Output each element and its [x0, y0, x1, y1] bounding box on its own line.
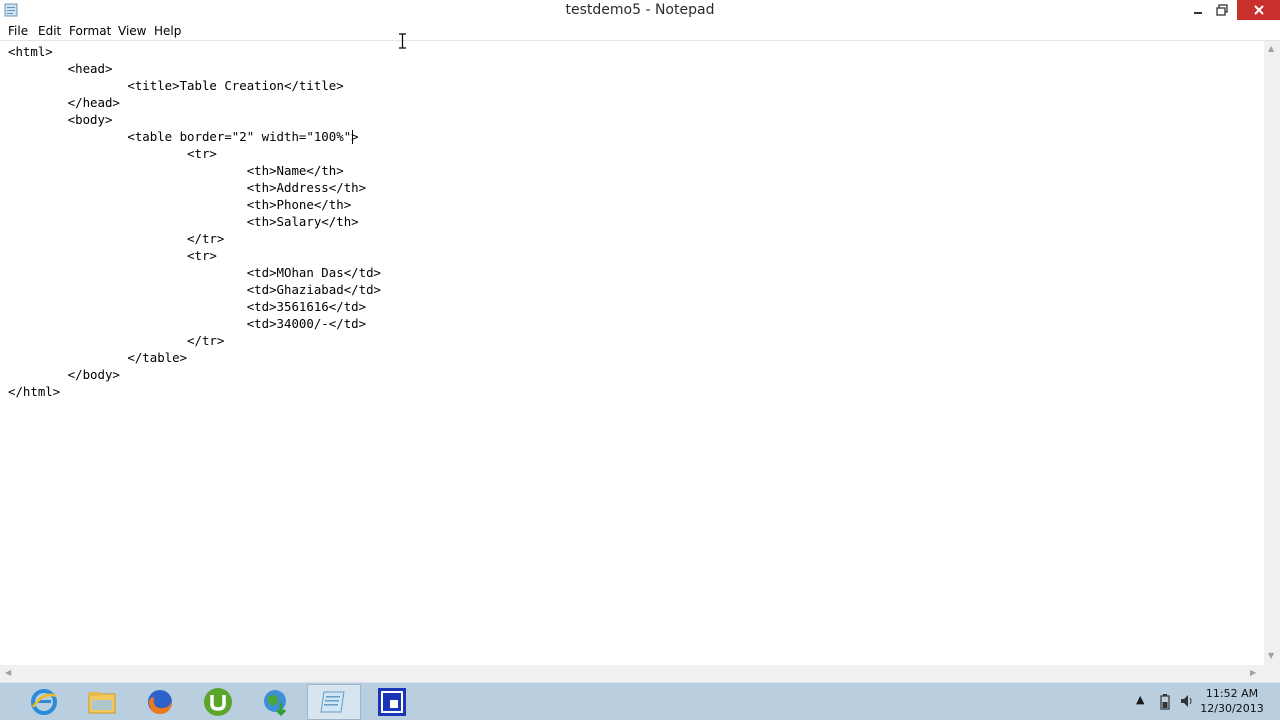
- code-line: <table border="2" width="100%">: [8, 129, 359, 144]
- scroll-right-icon[interactable]: ▶: [1250, 668, 1256, 677]
- speaker-icon[interactable]: [1180, 694, 1194, 708]
- code-line: <td>34000/-</td>: [8, 316, 367, 331]
- ibeam-cursor-icon: [399, 33, 406, 49]
- window-title: testdemo5 - Notepad: [565, 2, 715, 18]
- code-line: <th>Address</th>: [8, 180, 367, 195]
- code-line: <td>Ghaziabad</td>: [8, 282, 381, 297]
- code-line: </tr>: [8, 231, 225, 246]
- taskbar-internet-explorer[interactable]: [17, 684, 71, 720]
- taskbar-utorrent[interactable]: [191, 684, 245, 720]
- menu-edit[interactable]: Edit: [37, 24, 62, 38]
- taskbar-remote-desktop[interactable]: [365, 684, 419, 720]
- minimize-icon: [1194, 12, 1202, 14]
- show-hidden-icons-icon[interactable]: ▲: [1136, 693, 1144, 706]
- code-line: </html>: [8, 384, 61, 399]
- code-line: </body>: [8, 367, 120, 382]
- code-line: <th>Salary</th>: [8, 214, 359, 229]
- code-line: <td>MOhan Das</td>: [8, 265, 381, 280]
- close-icon: [1253, 5, 1264, 15]
- scroll-up-icon[interactable]: ▲: [1268, 44, 1274, 53]
- size-grip[interactable]: [1264, 665, 1280, 682]
- internet-explorer-icon: [31, 689, 57, 715]
- taskbar-file-explorer[interactable]: [75, 684, 129, 720]
- horizontal-scrollbar[interactable]: ◀ ▶: [0, 665, 1264, 682]
- vertical-scrollbar[interactable]: ▲ ▼: [1264, 41, 1280, 665]
- restore-icon: [1216, 4, 1228, 16]
- code-line: <body>: [8, 112, 113, 127]
- code-line: <tr>: [8, 146, 217, 161]
- menu-bar: File Edit Format View Help: [0, 22, 1280, 40]
- text-caret: [352, 130, 353, 144]
- taskbar-download-manager[interactable]: [249, 684, 303, 720]
- clock-date: 12/30/2013: [1200, 702, 1264, 715]
- code-line: </head>: [8, 95, 120, 110]
- menu-format[interactable]: Format: [68, 24, 112, 38]
- restore-button[interactable]: [1208, 0, 1236, 20]
- code-line: <title>Table Creation</title>: [8, 78, 344, 93]
- taskbar-firefox[interactable]: [133, 684, 187, 720]
- utorrent-icon: [204, 688, 232, 716]
- clock-time: 11:52 AM: [1205, 687, 1259, 700]
- code-line: </tr>: [8, 333, 225, 348]
- title-bar[interactable]: testdemo5 - Notepad: [0, 0, 1280, 22]
- code-line: <th>Name</th>: [8, 163, 344, 178]
- notepad-window: testdemo5 - Notepad File Edit Format Vie…: [0, 0, 1280, 682]
- scroll-down-icon[interactable]: ▼: [1268, 651, 1274, 660]
- close-button[interactable]: [1237, 0, 1280, 20]
- code-line: <head>: [8, 61, 113, 76]
- scroll-left-icon[interactable]: ◀: [5, 668, 11, 677]
- remote-desktop-icon: [378, 688, 406, 716]
- code-line: <th>Phone</th>: [8, 197, 352, 212]
- code-line: <html>: [8, 44, 53, 59]
- code-line: <tr>: [8, 248, 217, 263]
- battery-icon[interactable]: [1160, 694, 1170, 710]
- code-line: <td>3561616</td>: [8, 299, 367, 314]
- menu-help[interactable]: Help: [153, 24, 182, 38]
- globe-download-icon: [264, 690, 287, 717]
- text-editor[interactable]: <html> <head> <title>Table Creation</tit…: [0, 41, 1264, 665]
- firefox-icon: [148, 690, 172, 715]
- notepad-icon: [320, 691, 345, 713]
- menu-view[interactable]: View: [117, 24, 147, 38]
- menu-file[interactable]: File: [7, 24, 29, 38]
- code-line: </table>: [8, 350, 188, 365]
- taskbar-notepad[interactable]: [307, 684, 361, 720]
- taskbar-clock[interactable]: 11:52 AM 12/30/2013: [1200, 686, 1264, 716]
- folder-icon: [88, 692, 116, 714]
- taskbar: ▲: [0, 682, 1280, 720]
